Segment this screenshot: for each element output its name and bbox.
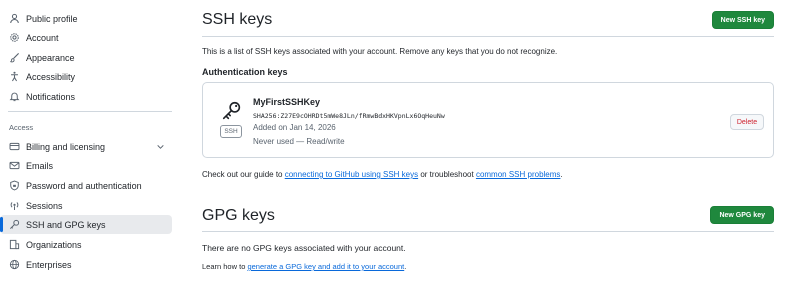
bell-icon: [9, 91, 20, 102]
sidebar-item-label: Billing and licensing: [26, 141, 106, 152]
accessibility-icon: [9, 71, 20, 82]
sidebar-item-public-profile[interactable]: Public profile: [0, 9, 172, 28]
sidebar-item-label: Appearance: [26, 52, 75, 63]
ssh-key-added-date: Added on Jan 14, 2026: [253, 123, 336, 132]
sidebar-item-organizations[interactable]: Organizations: [0, 235, 172, 254]
new-ssh-key-button[interactable]: New SSH key: [711, 11, 774, 29]
gear-icon: [9, 32, 20, 43]
ssh-type-badge: SSH: [220, 125, 242, 138]
ssh-key-fingerprint: SHA256:Z27E9cOHRDt5mWe8JLn/fRmwBdxHKVpnL…: [253, 112, 445, 120]
guide-prefix: Check out our guide to: [202, 170, 285, 179]
sidebar-item-label: Organizations: [26, 239, 82, 250]
new-gpg-key-button[interactable]: New GPG key: [710, 206, 774, 224]
sidebar-item-label: Password and authentication: [26, 180, 142, 191]
mail-icon: [9, 160, 20, 171]
gpg-learn-text: Learn how to generate a GPG key and add …: [202, 262, 406, 271]
chevron-down-icon[interactable]: [156, 142, 165, 151]
sidebar-item-label: Public profile: [26, 13, 78, 24]
sidebar-item-accessibility[interactable]: Accessibility: [0, 67, 172, 86]
sidebar-item-label: Notifications: [26, 91, 76, 102]
ssh-key-item: SSH MyFirstSSHKey SHA256:Z27E9cOHRDt5mWe…: [202, 82, 774, 158]
learn-suffix: .: [404, 262, 407, 271]
sidebar-item-appearance[interactable]: Appearance: [0, 48, 172, 67]
sidebar-item-account[interactable]: Account: [0, 28, 172, 47]
sidebar-item-label: Sessions: [26, 200, 63, 211]
ssh-key-usage: Never used — Read/write: [253, 137, 345, 146]
key-icon: [9, 219, 20, 230]
sidebar-item-label: Emails: [26, 160, 54, 171]
learn-prefix: Learn how to: [202, 262, 248, 271]
connecting-ssh-guide-link[interactable]: connecting to GitHub using SSH keys: [285, 170, 418, 179]
sidebar-item-label: SSH and GPG keys: [26, 219, 106, 230]
settings-sidebar: Public profile Account Appearance Access…: [0, 0, 176, 284]
sidebar-item-emails[interactable]: Emails: [0, 156, 172, 175]
sidebar-item-password-auth[interactable]: Password and authentication: [0, 176, 172, 195]
generate-gpg-key-link[interactable]: generate a GPG key and add it to your ac…: [247, 262, 404, 271]
globe-icon: [9, 259, 20, 270]
ssh-description: This is a list of SSH keys associated wi…: [202, 47, 558, 56]
ssh-guide-text: Check out our guide to connecting to Git…: [202, 170, 563, 179]
paintbrush-icon: [9, 52, 20, 63]
sidebar-item-label: Account: [26, 32, 59, 43]
broadcast-icon: [9, 200, 20, 211]
guide-middle: or troubleshoot: [418, 170, 476, 179]
ssh-keys-title: SSH keys: [202, 11, 273, 28]
sidebar-item-label: Accessibility: [26, 71, 76, 82]
shield-lock-icon: [9, 180, 20, 191]
sidebar-item-enterprises[interactable]: Enterprises: [0, 255, 172, 274]
sidebar-item-sessions[interactable]: Sessions: [0, 196, 172, 215]
sidebar-item-ssh-gpg-keys[interactable]: SSH and GPG keys: [0, 215, 172, 234]
gpg-empty-text: There are no GPG keys associated with yo…: [202, 243, 406, 253]
gpg-keys-title: GPG keys: [202, 207, 275, 224]
sidebar-divider: [8, 111, 172, 112]
common-ssh-problems-link[interactable]: common SSH problems: [476, 170, 560, 179]
sidebar-heading-access: Access: [9, 123, 34, 132]
key-icon: [222, 101, 241, 120]
delete-ssh-key-button[interactable]: Delete: [730, 114, 764, 130]
credit-card-icon: [9, 141, 20, 152]
sidebar-item-notifications[interactable]: Notifications: [0, 87, 172, 106]
sidebar-item-billing[interactable]: Billing and licensing: [0, 137, 172, 156]
ssh-key-name: MyFirstSSHKey: [253, 97, 321, 107]
main-content: SSH keys New SSH key This is a list of S…: [202, 0, 774, 284]
sidebar-item-label: Enterprises: [26, 259, 72, 270]
gpg-header-divider: [202, 231, 774, 232]
person-icon: [9, 13, 20, 24]
ssh-header-divider: [202, 36, 774, 37]
authentication-keys-heading: Authentication keys: [202, 67, 288, 77]
guide-suffix: .: [560, 170, 563, 179]
organization-icon: [9, 239, 20, 250]
